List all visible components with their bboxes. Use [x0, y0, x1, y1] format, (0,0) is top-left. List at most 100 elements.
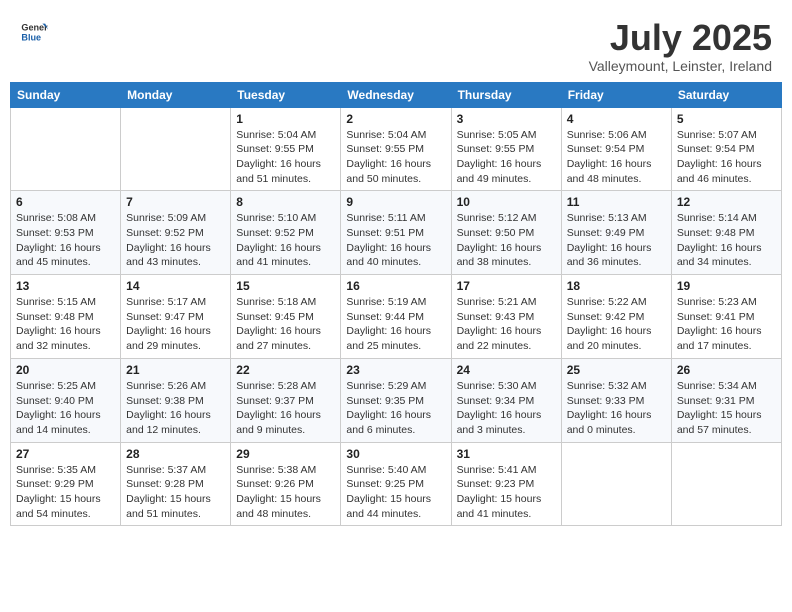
calendar-day-cell: 6 Sunrise: 5:08 AM Sunset: 9:53 PM Daylig…: [11, 191, 121, 275]
calendar-day-cell: 14Sunrise: 5:17 AM Sunset: 9:47 PM Dayli…: [121, 275, 231, 359]
day-info: Sunrise: 5:19 AM Sunset: 9:44 PM Dayligh…: [346, 295, 445, 354]
day-info: Sunrise: 5:04 AM Sunset: 9:55 PM Dayligh…: [236, 128, 335, 187]
day-number: 25: [567, 363, 666, 377]
calendar-day-cell: 27Sunrise: 5:35 AM Sunset: 9:29 PM Dayli…: [11, 442, 121, 526]
day-number: 26: [677, 363, 776, 377]
day-info: Sunrise: 5:06 AM Sunset: 9:54 PM Dayligh…: [567, 128, 666, 187]
calendar-day-cell: 30 Sunrise: 5:40 AM Sunset: 9:25 PM Dayli…: [341, 442, 451, 526]
day-number: 10: [457, 195, 556, 209]
day-number: 21: [126, 363, 225, 377]
day-info: Sunrise: 5:34 AM Sunset: 9:31 PM Dayligh…: [677, 379, 776, 438]
day-number: 19: [677, 279, 776, 293]
day-number: 18: [567, 279, 666, 293]
calendar-day-cell: 1 Sunrise: 5:04 AM Sunset: 9:55 PM Daylig…: [231, 107, 341, 191]
day-info: Sunrise: 5:12 AM Sunset: 9:50 PM Dayligh…: [457, 211, 556, 270]
day-info: Sunrise: 5:08 AM Sunset: 9:53 PM Dayligh…: [16, 211, 115, 270]
day-info: Sunrise: 5:23 AM Sunset: 9:41 PM Dayligh…: [677, 295, 776, 354]
calendar-day-cell: 22 Sunrise: 5:28 AM Sunset: 9:37 PM Dayli…: [231, 358, 341, 442]
day-number: 24: [457, 363, 556, 377]
day-number: 16: [346, 279, 445, 293]
weekday-header: Wednesday: [341, 82, 451, 107]
day-number: 29: [236, 447, 335, 461]
calendar-week-row: 6 Sunrise: 5:08 AM Sunset: 9:53 PM Daylig…: [11, 191, 782, 275]
weekday-header: Tuesday: [231, 82, 341, 107]
day-number: 13: [16, 279, 115, 293]
day-number: 30: [346, 447, 445, 461]
day-info: Sunrise: 5:41 AM Sunset: 9:23 PM Dayligh…: [457, 463, 556, 522]
day-info: Sunrise: 5:14 AM Sunset: 9:48 PM Dayligh…: [677, 211, 776, 270]
day-number: 23: [346, 363, 445, 377]
day-number: 7: [126, 195, 225, 209]
calendar-day-cell: 29 Sunrise: 5:38 AM Sunset: 9:26 PM Dayli…: [231, 442, 341, 526]
calendar-day-cell: 28 Sunrise: 5:37 AM Sunset: 9:28 PM Dayli…: [121, 442, 231, 526]
day-info: Sunrise: 5:22 AM Sunset: 9:42 PM Dayligh…: [567, 295, 666, 354]
day-info: Sunrise: 5:13 AM Sunset: 9:49 PM Dayligh…: [567, 211, 666, 270]
day-info: Sunrise: 5:40 AM Sunset: 9:25 PM Dayligh…: [346, 463, 445, 522]
calendar-day-cell: 31 Sunrise: 5:41 AM Sunset: 9:23 PM Dayli…: [451, 442, 561, 526]
day-number: 27: [16, 447, 115, 461]
weekday-header-row: SundayMondayTuesdayWednesdayThursdayFrid…: [11, 82, 782, 107]
day-info: Sunrise: 5:10 AM Sunset: 9:52 PM Dayligh…: [236, 211, 335, 270]
day-info: Sunrise: 5:32 AM Sunset: 9:33 PM Dayligh…: [567, 379, 666, 438]
day-number: 12: [677, 195, 776, 209]
day-number: 6: [16, 195, 115, 209]
weekday-header: Friday: [561, 82, 671, 107]
weekday-header: Monday: [121, 82, 231, 107]
day-info: Sunrise: 5:05 AM Sunset: 9:55 PM Dayligh…: [457, 128, 556, 187]
location-subtitle: Valleymount, Leinster, Ireland: [589, 58, 772, 74]
day-number: 31: [457, 447, 556, 461]
day-number: 20: [16, 363, 115, 377]
day-info: Sunrise: 5:26 AM Sunset: 9:38 PM Dayligh…: [126, 379, 225, 438]
calendar-day-cell: 10 Sunrise: 5:12 AM Sunset: 9:50 PM Dayli…: [451, 191, 561, 275]
calendar-day-cell: 7Sunrise: 5:09 AM Sunset: 9:52 PM Daylig…: [121, 191, 231, 275]
calendar-day-cell: 15 Sunrise: 5:18 AM Sunset: 9:45 PM Dayli…: [231, 275, 341, 359]
day-number: 1: [236, 112, 335, 126]
day-info: Sunrise: 5:15 AM Sunset: 9:48 PM Dayligh…: [16, 295, 115, 354]
logo: General Blue: [20, 18, 48, 46]
calendar-day-cell: 2 Sunrise: 5:04 AM Sunset: 9:55 PM Daylig…: [341, 107, 451, 191]
weekday-header: Sunday: [11, 82, 121, 107]
calendar-day-cell: 12 Sunrise: 5:14 AM Sunset: 9:48 PM Dayli…: [671, 191, 781, 275]
day-number: 11: [567, 195, 666, 209]
calendar-day-cell: 19 Sunrise: 5:23 AM Sunset: 9:41 PM Dayli…: [671, 275, 781, 359]
logo-icon: General Blue: [20, 18, 48, 46]
calendar-day-cell: 4Sunrise: 5:06 AM Sunset: 9:54 PM Daylig…: [561, 107, 671, 191]
day-info: Sunrise: 5:29 AM Sunset: 9:35 PM Dayligh…: [346, 379, 445, 438]
day-info: Sunrise: 5:30 AM Sunset: 9:34 PM Dayligh…: [457, 379, 556, 438]
calendar-day-cell: [561, 442, 671, 526]
day-number: 15: [236, 279, 335, 293]
month-title: July 2025: [589, 18, 772, 58]
title-block: July 2025 Valleymount, Leinster, Ireland: [589, 18, 772, 74]
day-info: Sunrise: 5:11 AM Sunset: 9:51 PM Dayligh…: [346, 211, 445, 270]
calendar-day-cell: 9Sunrise: 5:11 AM Sunset: 9:51 PM Daylig…: [341, 191, 451, 275]
weekday-header: Thursday: [451, 82, 561, 107]
calendar-day-cell: 5 Sunrise: 5:07 AM Sunset: 9:54 PM Daylig…: [671, 107, 781, 191]
day-number: 8: [236, 195, 335, 209]
calendar-week-row: 20Sunrise: 5:25 AM Sunset: 9:40 PM Dayli…: [11, 358, 782, 442]
calendar-day-cell: 17 Sunrise: 5:21 AM Sunset: 9:43 PM Dayli…: [451, 275, 561, 359]
calendar-day-cell: 13 Sunrise: 5:15 AM Sunset: 9:48 PM Dayli…: [11, 275, 121, 359]
weekday-header: Saturday: [671, 82, 781, 107]
day-number: 5: [677, 112, 776, 126]
day-info: Sunrise: 5:38 AM Sunset: 9:26 PM Dayligh…: [236, 463, 335, 522]
calendar-week-row: 13 Sunrise: 5:15 AM Sunset: 9:48 PM Dayli…: [11, 275, 782, 359]
calendar-day-cell: 21 Sunrise: 5:26 AM Sunset: 9:38 PM Dayli…: [121, 358, 231, 442]
day-info: Sunrise: 5:04 AM Sunset: 9:55 PM Dayligh…: [346, 128, 445, 187]
calendar-day-cell: 11 Sunrise: 5:13 AM Sunset: 9:49 PM Dayli…: [561, 191, 671, 275]
day-number: 28: [126, 447, 225, 461]
calendar-week-row: 1 Sunrise: 5:04 AM Sunset: 9:55 PM Daylig…: [11, 107, 782, 191]
day-info: Sunrise: 5:37 AM Sunset: 9:28 PM Dayligh…: [126, 463, 225, 522]
calendar-table: SundayMondayTuesdayWednesdayThursdayFrid…: [10, 82, 782, 527]
day-number: 17: [457, 279, 556, 293]
calendar-day-cell: 20Sunrise: 5:25 AM Sunset: 9:40 PM Dayli…: [11, 358, 121, 442]
day-info: Sunrise: 5:07 AM Sunset: 9:54 PM Dayligh…: [677, 128, 776, 187]
calendar-day-cell: 8 Sunrise: 5:10 AM Sunset: 9:52 PM Daylig…: [231, 191, 341, 275]
calendar-day-cell: 26 Sunrise: 5:34 AM Sunset: 9:31 PM Dayli…: [671, 358, 781, 442]
day-info: Sunrise: 5:17 AM Sunset: 9:47 PM Dayligh…: [126, 295, 225, 354]
day-info: Sunrise: 5:21 AM Sunset: 9:43 PM Dayligh…: [457, 295, 556, 354]
day-number: 2: [346, 112, 445, 126]
day-number: 22: [236, 363, 335, 377]
day-info: Sunrise: 5:18 AM Sunset: 9:45 PM Dayligh…: [236, 295, 335, 354]
day-info: Sunrise: 5:28 AM Sunset: 9:37 PM Dayligh…: [236, 379, 335, 438]
calendar-day-cell: 23 Sunrise: 5:29 AM Sunset: 9:35 PM Dayli…: [341, 358, 451, 442]
